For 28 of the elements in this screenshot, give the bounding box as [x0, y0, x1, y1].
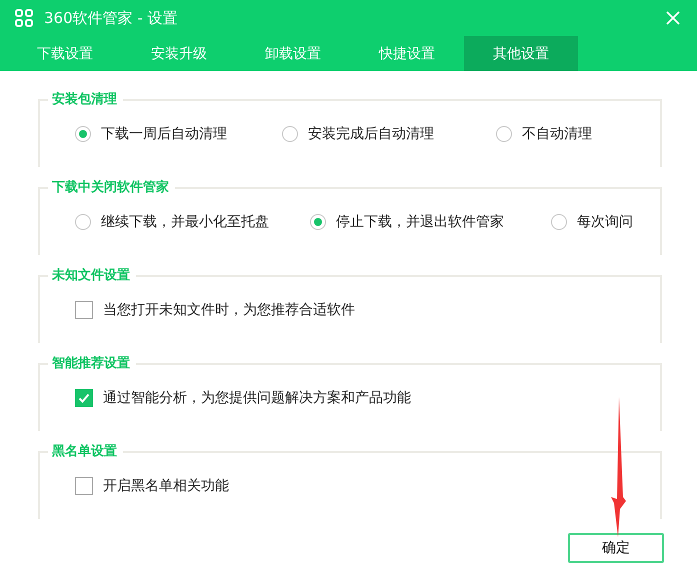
checkbox[interactable] — [75, 389, 93, 407]
radio-option[interactable]: 不自动清理 — [496, 125, 636, 143]
checkbox-option[interactable]: 开启黑名单相关功能 — [75, 477, 229, 495]
checkbox-option[interactable]: 当您打开未知文件时，为您推荐合适软件 — [75, 301, 355, 319]
radio-option[interactable]: 继续下载，并最小化至托盘 — [75, 213, 310, 231]
group-title: 下载中关闭软件管家 — [48, 178, 175, 196]
radio-button[interactable] — [282, 126, 298, 142]
checkbox[interactable] — [75, 477, 93, 495]
radio-option[interactable]: 每次询问 — [551, 213, 651, 231]
radio-button[interactable] — [551, 214, 567, 230]
radio-button[interactable] — [75, 214, 91, 230]
radio-option[interactable]: 下载一周后自动清理 — [75, 125, 282, 143]
window-title: 360软件管家 - 设置 — [44, 8, 178, 28]
confirm-button[interactable]: 确定 — [568, 533, 664, 563]
group-title: 黑名单设置 — [48, 442, 123, 460]
radio-button[interactable] — [496, 126, 512, 142]
checkmark-icon — [77, 391, 91, 405]
radio-button[interactable] — [310, 214, 326, 230]
radio-button[interactable] — [75, 126, 91, 142]
close-icon — [665, 10, 681, 26]
logo-icon — [14, 8, 34, 28]
checkbox[interactable] — [75, 301, 93, 319]
radio-option[interactable]: 安装完成后自动清理 — [282, 125, 496, 143]
checkbox-option[interactable]: 通过智能分析，为您提供问题解决方案和产品功能 — [75, 389, 411, 407]
group-title: 安装包清理 — [48, 90, 123, 108]
radio-option[interactable]: 停止下载，并退出软件管家 — [310, 213, 551, 231]
group-title: 智能推荐设置 — [48, 354, 136, 372]
group-title: 未知文件设置 — [48, 266, 136, 284]
